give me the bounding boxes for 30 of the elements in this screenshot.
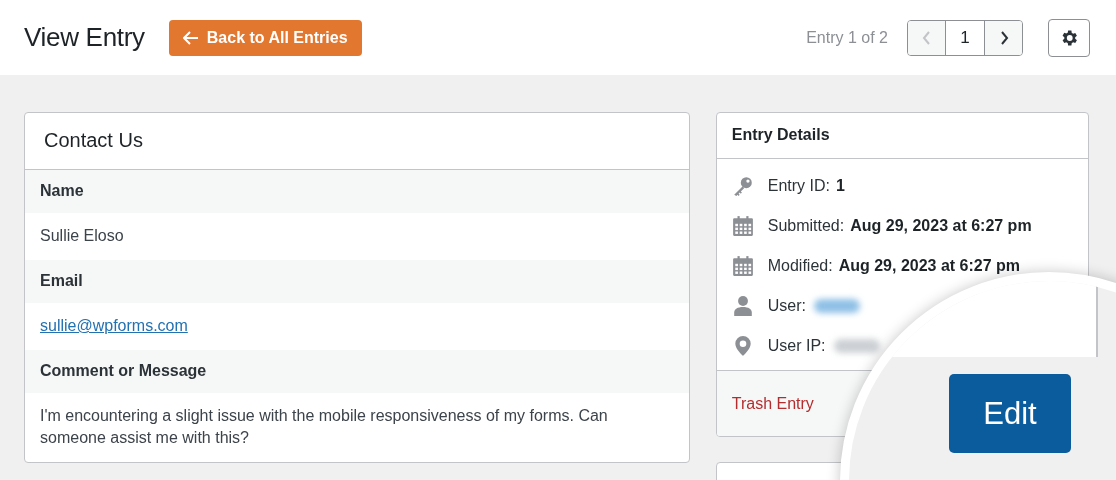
detail-label: User: <box>767 297 806 315</box>
back-button[interactable]: Back to All Entries <box>168 19 362 56</box>
field-value: I'm encountering a slight issue with the mobile responsiveness of my forms. Can someone assist me with this? <box>39 406 609 448</box>
detail-label: Submitted: <box>767 217 845 235</box>
detail-value: 1 <box>835 177 845 195</box>
edit-button[interactable]: Edit <box>949 374 1071 453</box>
key-icon <box>731 175 754 197</box>
arrow-left-icon <box>182 30 199 45</box>
field-value: Sullie Eloso <box>39 226 125 246</box>
entry-counter: Entry 1 of 2 <box>806 28 888 47</box>
detail-value: Aug 29, 2023 at 6:27 pm <box>850 217 1032 235</box>
chevron-left-icon <box>921 30 932 45</box>
user-icon <box>731 295 754 317</box>
settings-button[interactable] <box>1048 18 1090 57</box>
detail-label: User IP: <box>767 337 826 355</box>
page-number: 1 <box>945 20 985 55</box>
field-label: Email <box>25 260 689 303</box>
field-label: Name <box>25 170 689 213</box>
calendar-icon <box>731 255 754 277</box>
chevron-right-icon <box>998 30 1009 45</box>
trash-entry-link[interactable]: Trash Entry <box>731 394 814 413</box>
details-title: Entry Details <box>716 113 1088 159</box>
next-button[interactable] <box>985 20 1022 55</box>
detail-label: Entry ID: <box>767 177 830 195</box>
email-link[interactable]: sullie@wpforms.com <box>40 317 188 334</box>
detail-value: Aug 29, 2023 at 6:27 pm <box>838 257 1021 275</box>
calendar-icon <box>731 215 754 237</box>
field-label: Comment or Message <box>25 350 689 393</box>
page-title: View Entry <box>24 22 145 53</box>
detail-label: Modified: <box>767 257 833 275</box>
